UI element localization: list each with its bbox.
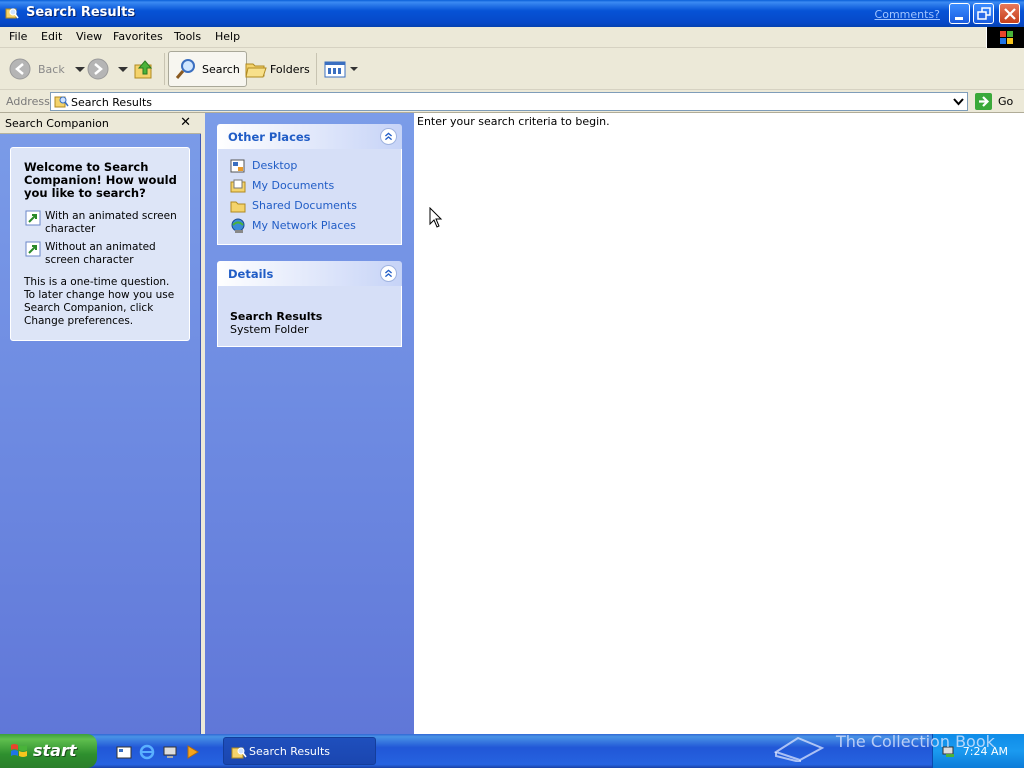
option-animated-character[interactable]: With an animated screen character [45, 210, 185, 236]
chevron-down-icon[interactable] [349, 64, 359, 74]
details-title: Details [228, 267, 274, 281]
internet-explorer-icon[interactable] [139, 744, 155, 760]
search-icon [175, 59, 195, 79]
forward-arrow-icon [87, 58, 109, 80]
views-button[interactable] [323, 51, 359, 87]
menu-edit[interactable]: Edit [41, 30, 62, 43]
folder-task-pane: Other Places Desktop My Documents Shared… [205, 113, 414, 734]
address-bar: Address Search Results Go [0, 90, 1024, 113]
search-companion-pane: Search Companion ✕ Welcome to Search Com… [0, 113, 201, 734]
link-desktop[interactable]: Desktop [252, 159, 297, 172]
close-icon [1004, 8, 1016, 20]
close-pane-button[interactable]: ✕ [180, 115, 191, 130]
link-my-documents[interactable]: My Documents [252, 179, 334, 192]
other-places-title: Other Places [228, 130, 311, 144]
search-companion-header: Search Companion ✕ [0, 113, 201, 134]
network-icon[interactable] [162, 744, 178, 760]
results-area[interactable]: Enter your search criteria to begin. [414, 113, 1024, 734]
other-places-header[interactable]: Other Places [217, 124, 402, 149]
go-label: Go [998, 95, 1014, 108]
up-folder-button[interactable] [132, 51, 156, 87]
start-button[interactable]: start [0, 734, 97, 768]
close-button[interactable] [999, 3, 1020, 24]
menu-help[interactable]: Help [215, 30, 240, 43]
back-arrow-icon [9, 58, 31, 80]
windows-flag-icon [11, 744, 27, 757]
search-companion-title: Search Companion [5, 117, 109, 130]
up-folder-icon [134, 60, 153, 79]
welcome-title: Welcome to Search Companion! How would y… [24, 160, 177, 200]
other-places-box: Other Places Desktop My Documents Shared… [217, 124, 402, 245]
search-folder-icon [54, 96, 69, 108]
go-arrow-icon [975, 93, 992, 110]
menu-file[interactable]: File [9, 30, 27, 43]
comments-link[interactable]: Comments? [875, 8, 940, 21]
link-shared-documents[interactable]: Shared Documents [252, 199, 357, 212]
folders-button[interactable]: Folders [244, 51, 310, 87]
address-dropdown[interactable] [950, 93, 967, 110]
minimize-icon [955, 17, 963, 20]
details-name: Search Results [230, 310, 323, 323]
search-button[interactable]: Search [168, 51, 247, 87]
shared-folder-icon [230, 201, 246, 213]
media-player-icon[interactable] [185, 744, 201, 760]
watermark-book-icon [773, 736, 825, 762]
views-icon [324, 61, 346, 78]
watermark-text: The Collection Book [836, 732, 995, 751]
collapse-chevron-icon[interactable] [380, 265, 397, 282]
windows-logo-icon [986, 27, 1024, 48]
taskbar-item-label: Search Results [249, 745, 331, 758]
welcome-panel: Welcome to Search Companion! How would y… [10, 147, 190, 341]
menu-view[interactable]: View [76, 30, 102, 43]
my-documents-icon [230, 179, 246, 193]
search-folder-icon [231, 747, 247, 759]
restore-icon [977, 7, 991, 20]
show-desktop-icon[interactable] [116, 744, 132, 760]
toolbar-separator [316, 53, 317, 85]
address-field[interactable]: Search Results [50, 92, 968, 111]
search-label: Search [202, 62, 240, 76]
back-button[interactable]: Back [8, 51, 87, 87]
address-label: Address [6, 95, 50, 108]
window-title: Search Results [26, 5, 136, 20]
network-places-icon [231, 218, 245, 233]
title-bar[interactable]: Search Results Comments? [0, 0, 1024, 27]
desktop-icon [230, 159, 245, 173]
back-label: Back [38, 62, 65, 76]
menu-favorites[interactable]: Favorites [113, 30, 163, 43]
toolbar-separator [164, 53, 165, 85]
link-my-network-places[interactable]: My Network Places [252, 219, 356, 232]
other-places-body: Desktop My Documents Shared Documents My… [217, 149, 402, 245]
chevron-down-icon[interactable] [116, 64, 130, 74]
details-header[interactable]: Details [217, 261, 402, 286]
taskbar-item-search-results[interactable]: Search Results [223, 737, 376, 765]
chevron-down-icon[interactable] [73, 64, 87, 74]
search-folder-icon [5, 8, 19, 19]
details-body: Search Results System Folder [217, 286, 402, 347]
minimize-button[interactable] [949, 3, 970, 24]
arrow-option-icon[interactable] [25, 241, 41, 257]
arrow-option-icon[interactable] [25, 210, 41, 226]
collapse-chevron-icon[interactable] [380, 128, 397, 145]
option-no-animated-character[interactable]: Without an animated screen character [45, 241, 185, 267]
menu-tools[interactable]: Tools [174, 30, 201, 43]
folders-label: Folders [270, 62, 310, 76]
restore-button[interactable] [973, 3, 994, 24]
address-value: Search Results [71, 96, 153, 109]
toolbar: Back Search Folders [0, 48, 1024, 90]
menu-bar: File Edit View Favorites Tools Help [0, 27, 1024, 48]
start-label: start [33, 741, 77, 760]
go-button[interactable]: Go [974, 92, 1020, 111]
chevron-down-icon [953, 98, 964, 106]
forward-button[interactable] [86, 51, 130, 87]
results-message: Enter your search criteria to begin. [417, 115, 610, 128]
welcome-note: This is a one-time question. To later ch… [24, 276, 175, 327]
mouse-cursor-icon [429, 207, 443, 228]
details-box: Details Search Results System Folder [217, 261, 402, 347]
details-type: System Folder [230, 323, 309, 336]
folders-icon [245, 63, 267, 78]
